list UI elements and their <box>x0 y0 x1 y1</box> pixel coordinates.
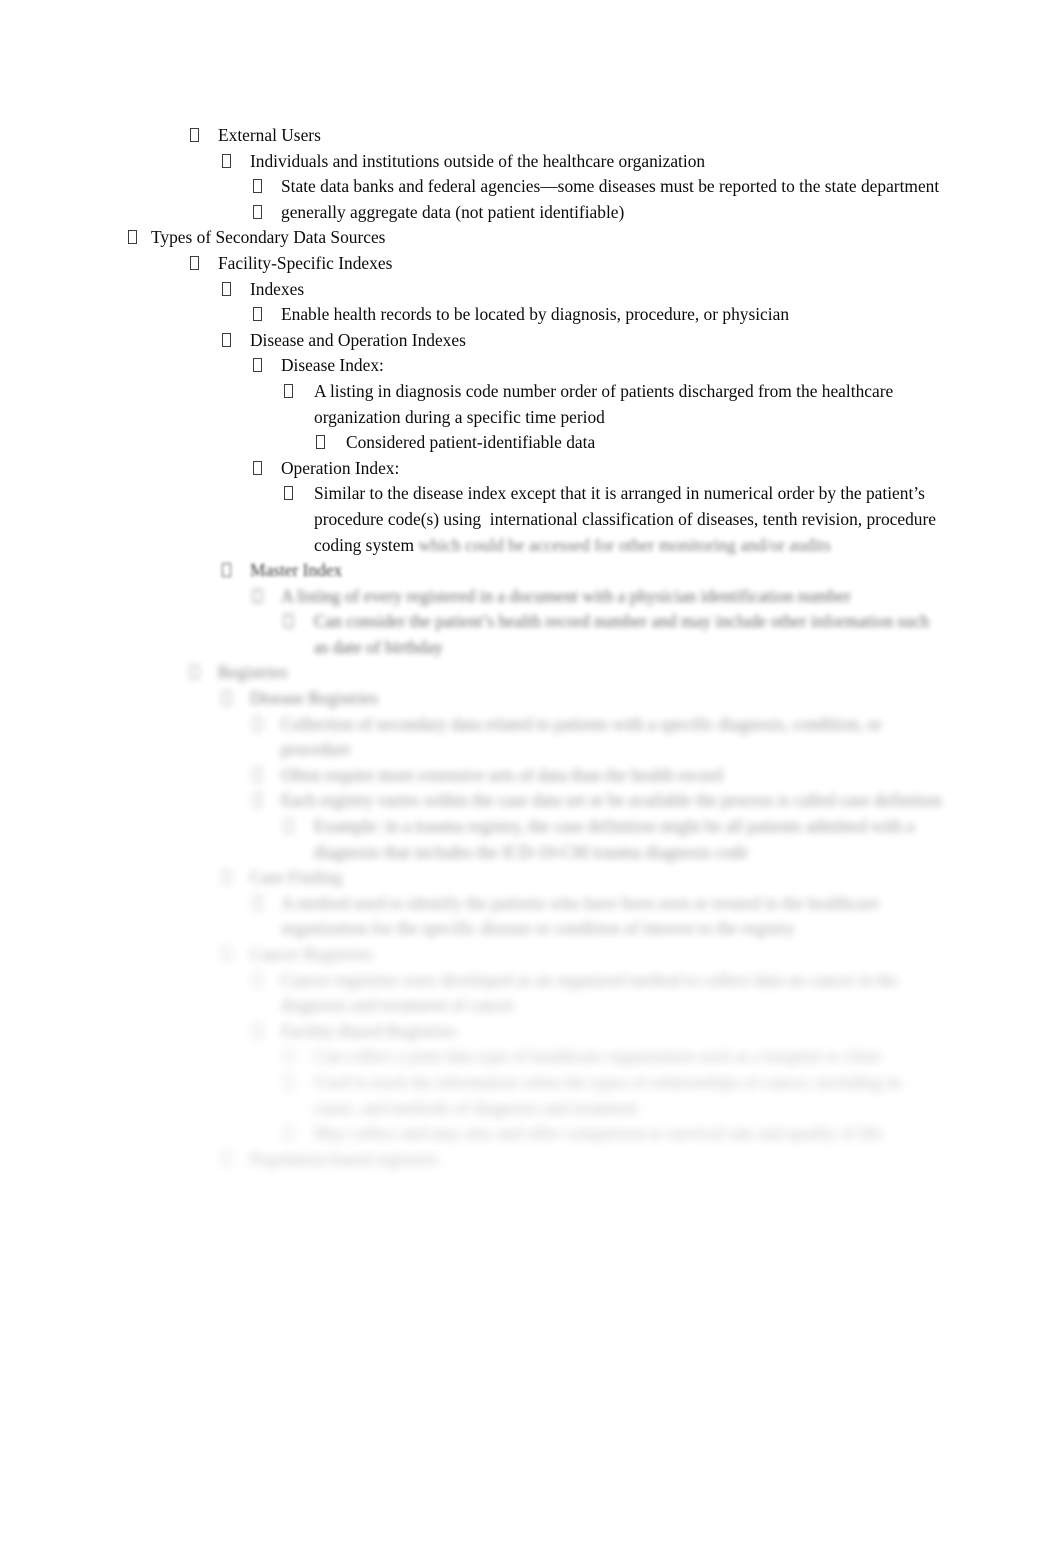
outline-item: Cancer Registries <box>118 942 948 968</box>
outline-item-text: Used to track the information when the t… <box>314 1071 907 1118</box>
outline-item-text: Often require more extensive sets of dat… <box>281 764 723 785</box>
bullet-glyph-icon <box>222 691 231 706</box>
bullet-glyph-icon <box>222 1151 231 1166</box>
outline-item: Facility-Specific Indexes <box>118 251 948 277</box>
bullet-glyph-icon <box>284 1126 293 1141</box>
outline-item: Master Index <box>118 558 948 584</box>
outline-item-text: Master Index <box>250 560 343 581</box>
outline-item: Used to track the information when the t… <box>118 1070 948 1121</box>
outline-item-text: May collect and may also and offer compa… <box>314 1123 883 1144</box>
bullet-glyph-icon <box>222 332 231 347</box>
outline-item-text: Cancer Registries <box>250 944 374 964</box>
outline-item: Registries <box>118 660 948 686</box>
outline-item: Population-based registries <box>118 1147 948 1173</box>
outline-item-text: State data banks and federal agencies—so… <box>281 176 940 197</box>
outline-item: Types of Secondary Data Sources <box>118 225 948 251</box>
outline-item-text: A method used to identify the patients w… <box>281 892 884 939</box>
outline-item: Disease Index: <box>118 353 948 379</box>
outline-item-text: generally aggregate data (not patient id… <box>281 201 625 222</box>
outline-item: Enable health records to be located by d… <box>118 302 948 328</box>
outline-item: Disease Registries <box>118 686 948 712</box>
bullet-glyph-icon <box>284 819 293 834</box>
outline-item: Often require more extensive sets of dat… <box>118 763 948 789</box>
outline-item-text: Similar to the disease index except that… <box>314 483 941 555</box>
bullet-glyph-icon <box>253 204 262 219</box>
bullet-glyph-icon <box>222 563 231 578</box>
bullet-glyph-icon <box>222 947 231 961</box>
outline-item-text: Disease Index: <box>281 355 384 376</box>
bullet-glyph-icon <box>284 614 293 629</box>
outline-item-text: Registries <box>218 662 288 683</box>
bullet-glyph-icon <box>253 972 262 987</box>
bullet-glyph-icon <box>222 870 231 885</box>
outline-item: Disease and Operation Indexes <box>118 328 948 354</box>
bullet-glyph-icon <box>253 895 262 910</box>
bullet-glyph-icon <box>190 255 199 270</box>
outline-item: Can consider the patient’s health record… <box>118 609 948 660</box>
outline-item-text: Considered patient-identifiable data <box>346 432 596 453</box>
bullet-glyph-icon <box>222 153 231 168</box>
outline-item-text: Can collect a joint data type of healthc… <box>314 1046 883 1067</box>
outline-item-text-tail: which could be accessed for other monito… <box>418 534 831 555</box>
outline-item-text: Disease and Operation Indexes <box>250 329 466 350</box>
outline-item-text: Collection of secondary data related to … <box>281 713 887 760</box>
outline-item: A listing in diagnosis code number order… <box>118 379 948 430</box>
outline-item-text: Facility-Specific Indexes <box>218 252 393 273</box>
outline-item-text: Cancer registries were developed as an o… <box>281 969 903 1016</box>
bullet-glyph-icon <box>284 383 293 398</box>
bullet-glyph-icon <box>253 716 262 731</box>
bullet-glyph-icon <box>190 128 199 142</box>
outline-item-text: Indexes <box>250 278 305 299</box>
bullet-glyph-icon <box>253 358 262 373</box>
outline-item-text: Population-based registries <box>250 1148 439 1169</box>
bullet-glyph-icon <box>128 230 137 245</box>
outline-item: A method used to identify the patients w… <box>118 891 948 942</box>
outline-item: Considered patient-identifiable data <box>118 430 948 456</box>
bullet-glyph-icon <box>253 767 262 782</box>
bullet-glyph-icon <box>253 460 262 475</box>
bullet-glyph-icon <box>253 179 262 194</box>
outline-item: Example: in a trauma registry, the case … <box>118 814 948 865</box>
outline-item-text: Individuals and institutions outside of … <box>250 150 706 171</box>
outline-item: Collection of secondary data related to … <box>118 712 948 763</box>
outline-item: Individuals and institutions outside of … <box>118 149 948 175</box>
outline-item-text: Disease Registries <box>250 688 378 709</box>
outline-item: Can collect a joint data type of healthc… <box>118 1044 948 1070</box>
outline-item: Cancer registries were developed as an o… <box>118 968 948 1019</box>
outline-item-text: Can consider the patient’s health record… <box>314 611 934 657</box>
bullet-glyph-icon <box>190 665 199 680</box>
outline-body: External Users Individuals and institutio… <box>118 123 948 1172</box>
document-page: External Users Individuals and institutio… <box>0 0 1062 1561</box>
outline-item-text: External Users <box>218 125 321 145</box>
bullet-glyph-icon <box>284 1049 293 1064</box>
outline-item-text: Facility-Based Registries <box>281 1020 457 1041</box>
outline-item: Indexes <box>118 277 948 303</box>
outline-item: Facility-Based Registries <box>118 1019 948 1045</box>
bullet-glyph-icon <box>284 486 293 501</box>
outline-item: A listing of every registered in a docum… <box>118 584 948 610</box>
outline-item-text: Operation Index: <box>281 457 400 478</box>
outline-item: Operation Index: <box>118 456 948 482</box>
outline-item: External Users <box>118 123 948 149</box>
outline-item-text: Example: in a trauma registry, the case … <box>314 816 919 862</box>
outline-item: State data banks and federal agencies—so… <box>118 174 948 200</box>
bullet-glyph-icon <box>253 793 262 808</box>
bullet-glyph-icon <box>222 281 231 296</box>
outline-item-text: Types of Secondary Data Sources <box>151 227 386 248</box>
outline-item-text: Each registry varies within the case dat… <box>281 790 942 811</box>
outline-item-text: A listing in diagnosis code number order… <box>314 380 898 427</box>
bullet-glyph-icon <box>284 1074 293 1089</box>
bullet-glyph-icon <box>253 1023 262 1038</box>
outline-item-text: Case Finding <box>250 867 343 888</box>
bullet-glyph-icon <box>253 307 262 322</box>
outline-item-text: A listing of every registered in a docum… <box>281 585 851 606</box>
outline-item: Case Finding <box>118 865 948 891</box>
bullet-glyph-icon <box>316 435 325 450</box>
outline-item-text: Enable health records to be located by d… <box>281 304 790 325</box>
outline-item: Each registry varies within the case dat… <box>118 788 948 814</box>
outline-item: generally aggregate data (not patient id… <box>118 200 948 226</box>
bullet-glyph-icon <box>253 588 262 603</box>
outline-item: May collect and may also and offer compa… <box>118 1121 948 1147</box>
outline-item: Similar to the disease index except that… <box>118 481 948 558</box>
